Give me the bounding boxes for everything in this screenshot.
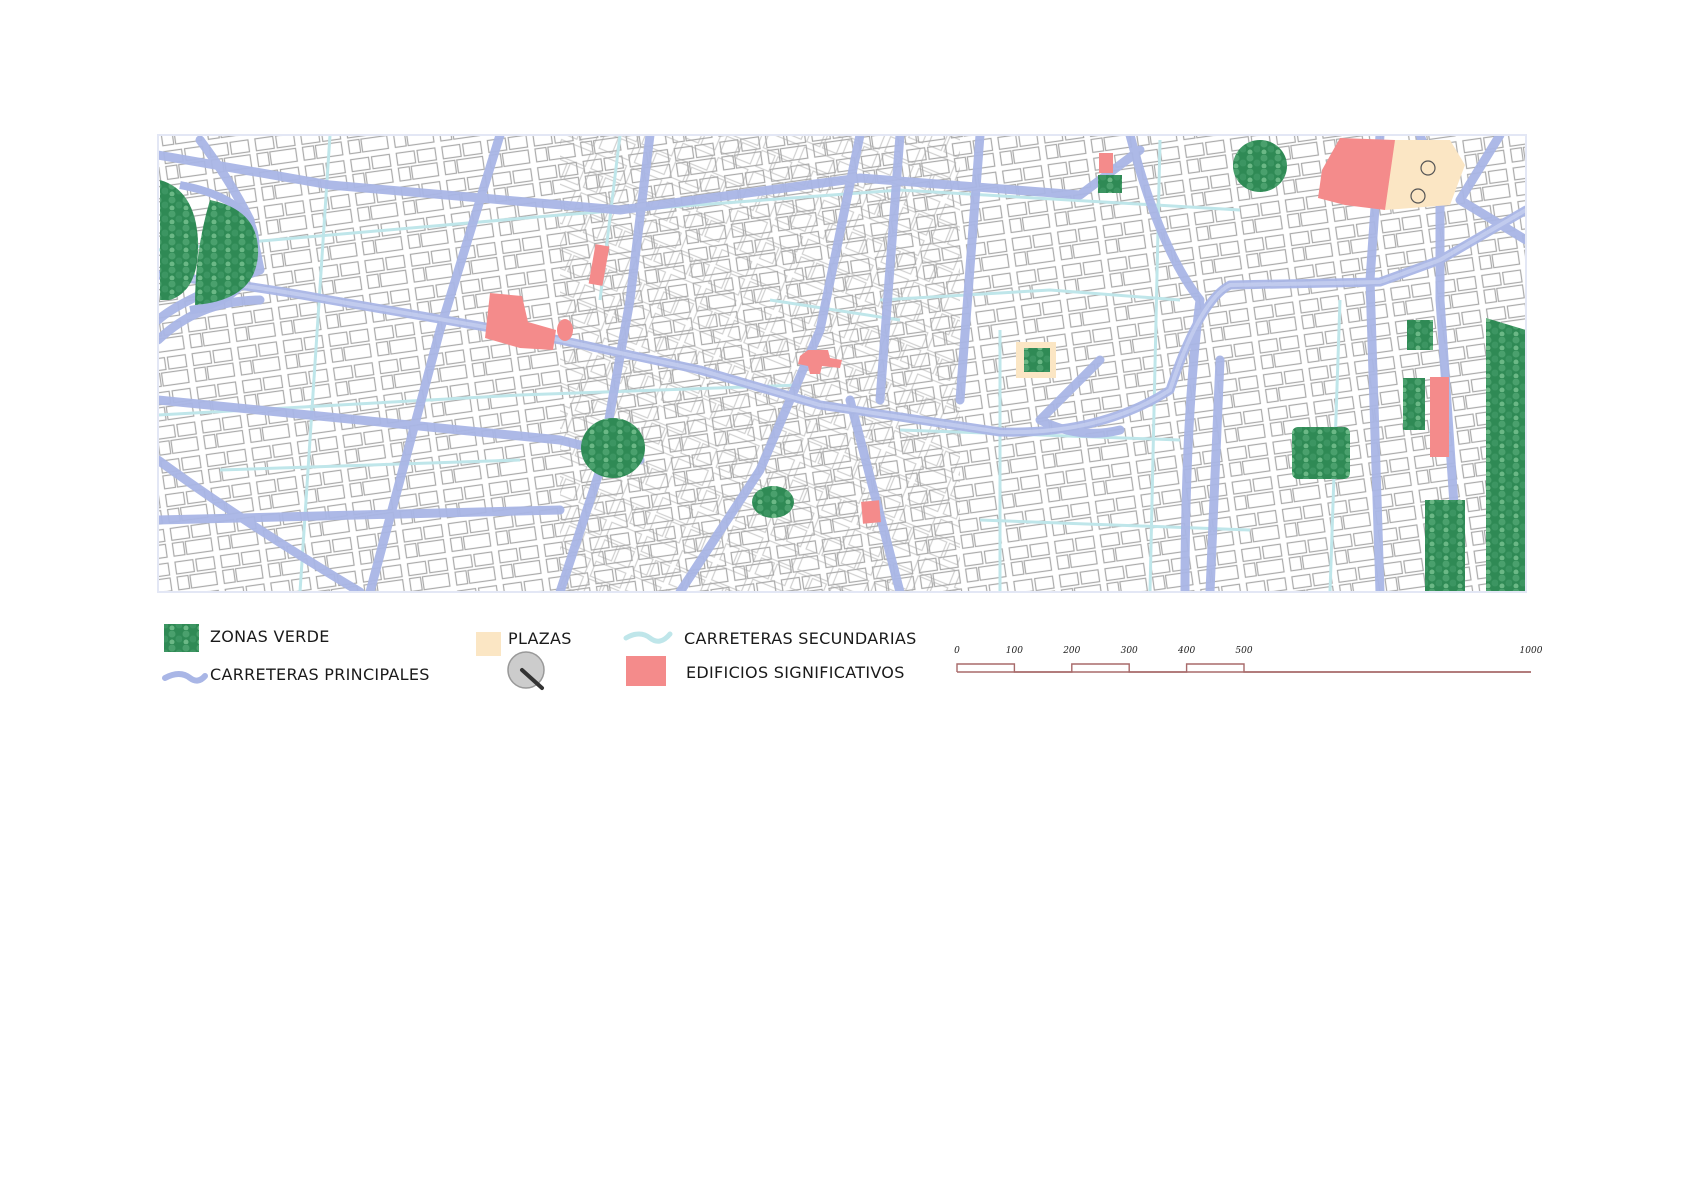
scale-tick-label: 300 xyxy=(1120,646,1138,656)
significant-building xyxy=(557,319,573,341)
building-square-icon xyxy=(626,656,666,686)
legend-label-main-roads: CARRETERAS PRINCIPALES xyxy=(210,665,430,684)
green-zone xyxy=(1098,175,1122,193)
plaza-square-icon xyxy=(476,632,501,656)
urban-map xyxy=(157,134,1531,690)
scale-tick-label: 0 xyxy=(954,646,960,656)
green-zone xyxy=(1403,378,1425,430)
green-zone xyxy=(581,418,645,478)
legend-label-green-zones: ZONAS VERDE xyxy=(210,627,330,646)
significant-building xyxy=(1099,153,1113,173)
green-zone xyxy=(1233,140,1287,192)
magnifier-icon xyxy=(507,651,545,690)
legend-label-significant-buildings: EDIFICIOS SIGNIFICATIVOS xyxy=(686,663,905,682)
wavy-road-icon xyxy=(623,631,673,644)
scale-tick-label: 1000 xyxy=(1519,646,1543,656)
scale-tick-label: 500 xyxy=(1235,646,1253,656)
scale-tick-label: 200 xyxy=(1063,646,1081,656)
legend-label-plazas: PLAZAS xyxy=(508,629,572,648)
scale-bar-line xyxy=(956,663,1531,673)
green-zone xyxy=(1425,500,1465,592)
wavy-road-icon xyxy=(162,671,208,684)
green-zone xyxy=(752,486,794,518)
legend-label-secondary-roads: CARRETERAS SECUNDARIAS xyxy=(684,629,917,648)
scale-bar xyxy=(956,663,1531,673)
scale-tick-label: 400 xyxy=(1178,646,1196,656)
green-zone xyxy=(1292,427,1350,479)
green-zone xyxy=(1407,320,1433,350)
green-zone-swatch xyxy=(164,624,199,652)
significant-building xyxy=(1430,377,1449,457)
scale-tick-label: 100 xyxy=(1005,646,1023,656)
green-zone xyxy=(1486,318,1526,592)
green-zone xyxy=(1024,348,1050,372)
significant-building xyxy=(861,500,881,524)
